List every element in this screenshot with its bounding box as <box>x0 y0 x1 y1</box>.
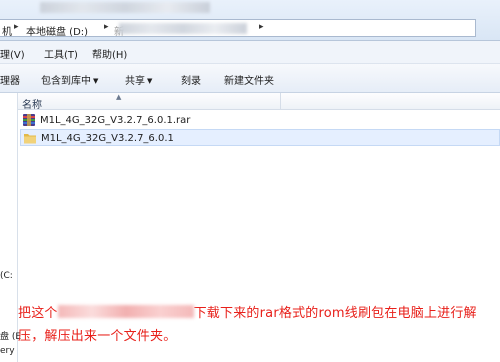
nav-item-drive-c[interactable]: (C: <box>0 271 13 281</box>
annotation-line-1-start: 把这个 <box>18 306 58 321</box>
menu-bar: 理(V) 工具(T) 帮助(H) <box>0 41 500 64</box>
breadcrumb-drive[interactable]: 本地磁盘 (D:) <box>26 23 88 38</box>
toolbar-organize-partial[interactable]: 理器 <box>0 72 20 87</box>
breadcrumb-chevron-icon[interactable]: ▸ <box>104 22 109 32</box>
blurred-folder-name <box>119 23 247 34</box>
sort-arrow-icon: ▲ <box>116 93 122 101</box>
dropdown-arrow-icon: ▼ <box>93 77 99 85</box>
include-in-library-label: 包含到库中 <box>41 76 91 87</box>
address-bar-region: 机 ▸ 本地磁盘 (D:) ▸ 新 ▸ <box>0 0 500 41</box>
navigation-pane[interactable]: (C: 盘 (E ery <box>0 93 21 362</box>
nav-item-library[interactable]: ery <box>0 346 15 356</box>
burn-button[interactable]: 刻录 <box>181 72 201 87</box>
annotation-text: 把这个 下载下来的rar格式的rom线刷包在电脑上进行解 压，解压出来一个文件夹。 <box>18 302 500 348</box>
share-label: 共享 <box>125 76 145 87</box>
share-button[interactable]: 共享 ▼ <box>125 72 152 87</box>
blurred-text-redaction <box>57 305 194 318</box>
file-name: M1L_4G_32G_V3.2.7_6.0.1 <box>41 133 174 144</box>
blurred-title-area <box>40 2 210 13</box>
rar-archive-icon <box>23 114 35 126</box>
address-bar[interactable]: 机 ▸ 本地磁盘 (D:) ▸ 新 ▸ <box>0 19 476 38</box>
file-row-rar[interactable]: M1L_4G_32G_V3.2.7_6.0.1.rar <box>20 112 500 129</box>
breadcrumb-chevron-icon[interactable]: ▸ <box>14 22 19 32</box>
command-toolbar: 理器 包含到库中 ▼ 共享 ▼ 刻录 新建文件夹 <box>0 64 500 93</box>
dropdown-arrow-icon: ▼ <box>147 77 153 85</box>
column-name-header[interactable]: 名称 <box>22 96 42 111</box>
column-divider[interactable] <box>280 93 281 109</box>
address-left-glyph: 机 <box>2 27 12 38</box>
file-name: M1L_4G_32G_V3.2.7_6.0.1.rar <box>40 115 191 126</box>
folder-icon <box>24 134 36 144</box>
include-in-library-button[interactable]: 包含到库中 ▼ <box>41 72 98 87</box>
new-folder-button[interactable]: 新建文件夹 <box>224 72 274 87</box>
menu-tools[interactable]: 工具(T) <box>44 46 78 61</box>
column-header: 名称 ▲ <box>18 93 500 111</box>
annotation-line-2: 压，解压出来一个文件夹。 <box>18 329 177 344</box>
menu-view[interactable]: 理(V) <box>0 46 25 61</box>
breadcrumb-chevron-icon[interactable]: ▸ <box>259 22 264 32</box>
menu-help[interactable]: 帮助(H) <box>92 46 127 61</box>
file-row-folder[interactable]: M1L_4G_32G_V3.2.7_6.0.1 <box>20 129 500 146</box>
annotation-line-1: 把这个 下载下来的rar格式的rom线刷包在电脑上进行解 <box>18 302 500 325</box>
annotation-line-1-end: 下载下来的rar格式的rom线刷包在电脑上进行解 <box>193 306 477 321</box>
